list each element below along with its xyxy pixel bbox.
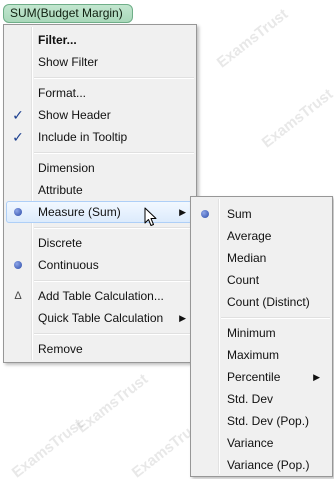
submenu-item-percentile[interactable]: Percentile ▶ [191, 366, 332, 388]
menu-item-label: Show Filter [38, 55, 99, 69]
menu-item-include-in-tooltip[interactable]: ✓ Include in Tooltip [4, 126, 196, 148]
mouse-cursor-icon [144, 207, 157, 226]
submenu-item-std-dev-pop[interactable]: Std. Dev (Pop.) [191, 410, 332, 432]
radio-dot-icon [14, 261, 22, 269]
watermark: ExamsTrust [213, 5, 292, 72]
submenu-item-minimum[interactable]: Minimum [191, 322, 332, 344]
menu-item-discrete[interactable]: Discrete [4, 232, 196, 254]
menu-item-label: Include in Tooltip [38, 130, 128, 144]
delta-icon: Δ [14, 290, 22, 302]
field-pill-label: SUM(Budget Margin) [10, 6, 123, 20]
submenu-item-average[interactable]: Average [191, 225, 332, 247]
submenu-item-median[interactable]: Median [191, 247, 332, 269]
submenu-arrow-icon: ▶ [179, 207, 186, 217]
menu-item-label: Format... [38, 86, 87, 100]
menu-item-label: Filter... [38, 33, 77, 47]
measure-submenu: Sum Average Median Count Count (Distinct… [190, 196, 333, 477]
menu-item-continuous[interactable]: Continuous [4, 254, 196, 276]
menu-item-filter[interactable]: Filter... [4, 29, 196, 51]
submenu-item-sum[interactable]: Sum [191, 203, 332, 225]
watermark: ExamsTrust [258, 85, 334, 152]
submenu-arrow-icon: ▶ [179, 313, 186, 323]
menu-separator [34, 77, 194, 79]
radio-dot-icon [201, 210, 209, 218]
submenu-item-count-distinct[interactable]: Count (Distinct) [191, 291, 332, 313]
submenu-item-count[interactable]: Count [191, 269, 332, 291]
submenu-arrow-icon: ▶ [313, 372, 320, 382]
menu-item-show-filter[interactable]: Show Filter [4, 51, 196, 73]
menu-separator [34, 152, 194, 154]
submenu-item-label: Percentile [227, 370, 281, 384]
menu-item-label: Quick Table Calculation [38, 311, 164, 325]
submenu-item-label: Variance [227, 436, 274, 450]
submenu-item-label: Std. Dev [227, 392, 274, 406]
menu-item-add-table-calculation[interactable]: Δ Add Table Calculation... [4, 285, 196, 307]
submenu-item-label: Sum [227, 207, 252, 221]
submenu-item-variance-pop[interactable]: Variance (Pop.) [191, 454, 332, 476]
screen: ExamsTrust ExamsTrust ExamsTrust ExamsTr… [0, 0, 334, 479]
context-menu: Filter... Show Filter Format... ✓ Show H… [3, 24, 197, 363]
submenu-item-label: Maximum [227, 348, 280, 362]
menu-item-remove[interactable]: Remove [4, 338, 196, 360]
menu-item-quick-table-calculation[interactable]: Quick Table Calculation ▶ [4, 307, 196, 329]
submenu-item-maximum[interactable]: Maximum [191, 344, 332, 366]
menu-item-label: Continuous [38, 258, 99, 272]
menu-item-label: Add Table Calculation... [38, 289, 164, 303]
radio-dot-icon [14, 208, 22, 216]
submenu-item-label: Median [227, 251, 267, 265]
submenu-item-label: Count (Distinct) [227, 295, 310, 309]
menu-item-label: Discrete [38, 236, 83, 250]
menu-item-format[interactable]: Format... [4, 82, 196, 104]
menu-separator [34, 280, 194, 282]
menu-item-label: Attribute [38, 183, 83, 197]
field-pill-sum-budget-margin[interactable]: SUM(Budget Margin) [3, 4, 133, 23]
menu-item-measure-sum[interactable]: Measure (Sum) ▶ [4, 201, 196, 223]
submenu-item-std-dev[interactable]: Std. Dev [191, 388, 332, 410]
menu-item-show-header[interactable]: ✓ Show Header [4, 104, 196, 126]
menu-item-label: Measure (Sum) [38, 205, 121, 219]
submenu-item-label: Minimum [227, 326, 276, 340]
watermark: ExamsTrust [73, 370, 152, 437]
menu-item-label: Show Header [38, 108, 111, 122]
submenu-item-variance[interactable]: Variance [191, 432, 332, 454]
menu-item-label: Remove [38, 342, 83, 356]
menu-separator [34, 227, 194, 229]
submenu-item-label: Variance (Pop.) [227, 458, 310, 472]
submenu-item-label: Count [227, 273, 260, 287]
watermark: ExamsTrust [8, 415, 87, 479]
check-icon: ✓ [12, 129, 24, 145]
menu-item-label: Dimension [38, 161, 95, 175]
check-icon: ✓ [12, 107, 24, 123]
menu-separator [221, 317, 330, 319]
submenu-item-label: Average [227, 229, 272, 243]
menu-separator [34, 333, 194, 335]
menu-item-dimension[interactable]: Dimension [4, 157, 196, 179]
submenu-item-label: Std. Dev (Pop.) [227, 414, 310, 428]
menu-item-attribute[interactable]: Attribute [4, 179, 196, 201]
